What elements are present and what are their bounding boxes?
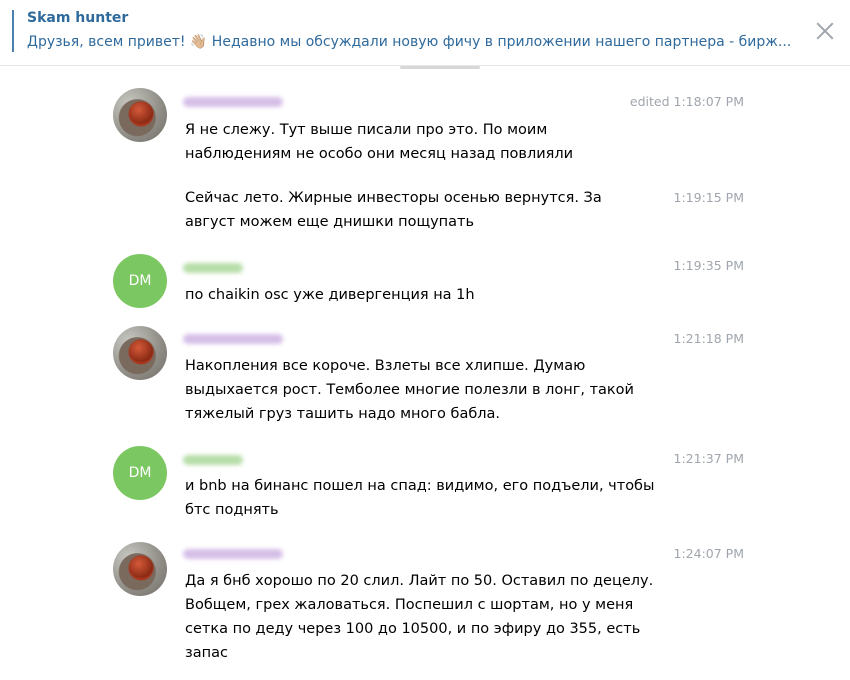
message-time: 1:24:07 PM — [673, 546, 744, 561]
waving-hand-emoji: 👋🏼 — [189, 34, 208, 50]
avatar[interactable]: DM — [113, 254, 167, 308]
message-text: и bnb на бинанс пошел на спад: видимо, е… — [185, 478, 655, 518]
message-time: 1:19:15 PM — [673, 190, 744, 205]
message-text: по chaikin osc уже дивергенция на 1h — [185, 287, 475, 303]
cut-off-previous-message — [400, 64, 490, 70]
pinned-text-end: Недавно мы обсуждали новую фичу в прилож… — [207, 34, 792, 50]
message-time: 1:19:35 PM — [673, 258, 744, 273]
avatar[interactable] — [113, 326, 167, 380]
message-text: Сейчас лето. Жирные инвесторы осенью вер… — [185, 190, 602, 230]
author-name-blurred[interactable] — [183, 334, 283, 344]
message-time: 1:21:18 PM — [673, 331, 744, 346]
pinned-accent-bar — [12, 10, 14, 52]
pinned-message-bar[interactable]: Skam hunter Друзья, всем привет! 👋🏼 Неда… — [0, 0, 850, 66]
avatar[interactable]: DM — [113, 446, 167, 500]
avatar[interactable] — [113, 542, 167, 596]
message-text: Я не слежу. Тут выше писали про это. По … — [185, 122, 574, 162]
pinned-text-start: Друзья, всем привет! — [27, 34, 190, 50]
message-time: 1:21:37 PM — [673, 451, 744, 466]
message-time: edited 1:18:07 PM — [629, 94, 744, 109]
message-text: Накопления все короче. Взлеты все хлипше… — [185, 358, 634, 422]
message-text: Да я бнб хорошо по 20 слил. Лайт по 50. … — [185, 573, 654, 661]
close-icon[interactable] — [812, 18, 838, 44]
author-name-blurred[interactable] — [183, 97, 283, 107]
pinned-title: Skam hunter — [27, 10, 129, 26]
author-name-blurred[interactable] — [183, 263, 243, 273]
author-name-blurred[interactable] — [183, 549, 283, 559]
author-name-blurred[interactable] — [183, 455, 243, 465]
pinned-text: Друзья, всем привет! 👋🏼 Недавно мы обсуж… — [27, 34, 807, 50]
avatar[interactable] — [113, 88, 167, 142]
